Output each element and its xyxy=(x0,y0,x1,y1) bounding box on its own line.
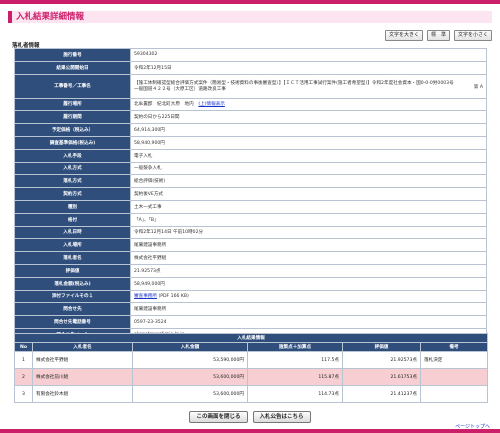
winner-info-table: 施行番号 59304302 結果公開開始日 令和2年12月15日 工事番号／工事名 … xyxy=(14,48,487,342)
font-size-controls: 文字を大きく 標 準 文字を小さく xyxy=(384,30,492,41)
table-row: 3 有限会社鈴木組 53,600,000円 114.73点 21.41237点 xyxy=(14,385,489,403)
info-key: 入札方式 xyxy=(14,161,131,176)
info-value: 株式会社平野組 xyxy=(130,251,487,265)
info-value: 「A」、「B」 xyxy=(130,212,487,227)
action-buttons: この画面を閉じる 入札公告はこちら xyxy=(0,411,500,423)
info-key: 契約方式 xyxy=(14,187,131,201)
info-value: 審査事務所 (PDF 166 KB) xyxy=(130,289,487,304)
info-key: 工事番号／工事名 xyxy=(14,73,131,99)
info-key: 結果公開開始日 xyxy=(14,60,131,75)
info-value: 58,940,900円 xyxy=(130,135,487,150)
info-value: 一般競争入札 xyxy=(130,161,487,176)
info-key: 履行期間 xyxy=(14,110,131,125)
location-text: 北牟婁郡 紀北町大原 地内 xyxy=(134,102,194,108)
info-key: 履行場所 xyxy=(14,97,131,112)
row-no: 2 xyxy=(14,368,33,386)
row-score: 117.5点 xyxy=(247,351,343,369)
info-key: 施行番号 xyxy=(14,48,131,62)
info-value: 令和2年12月14日 午前10時02分 xyxy=(130,225,487,240)
top-accent-bar xyxy=(0,0,500,4)
font-smaller-button[interactable]: 文字を小さく xyxy=(453,30,492,41)
info-key: 調査基準価格(税込み) xyxy=(14,135,131,150)
row-score: 114.73点 xyxy=(247,385,343,403)
info-key: 落札方式 xyxy=(14,174,131,189)
row-note xyxy=(419,385,489,403)
info-value: 21.92573点 xyxy=(130,263,487,278)
info-value: 総合評価(技術) xyxy=(130,174,487,189)
attachment-link[interactable]: 審査事務所 xyxy=(134,294,157,299)
bid-results-table: 入札結果情報 No 入札者名 入札金額 施策点＋加算点 評価値 備考 1 株式会… xyxy=(13,333,489,403)
row-note: 落札決定 xyxy=(419,351,489,369)
col-header-bidder: 入札者名 xyxy=(32,342,133,352)
info-value: 0597-23-3524 xyxy=(130,315,487,329)
close-window-button[interactable]: この画面を閉じる xyxy=(189,411,248,423)
project-name-text: 【施工体制確認型総合評価方式案件（簡易型・技術資料の事後審査型）】【ＩＣＴ活用工… xyxy=(134,81,454,93)
info-value: 64,914,300円 xyxy=(130,123,487,137)
table-row: 1 株式会社平野組 53,590,000円 117.5点 21.92573点 落… xyxy=(14,351,489,369)
row-eval: 21.92573点 xyxy=(342,351,421,369)
info-key: 予定価格（税込み） xyxy=(14,123,131,137)
info-key: 入札場所 xyxy=(14,238,131,253)
info-key: 落札金額(税込み) xyxy=(14,276,131,291)
info-value: 59304302 xyxy=(130,48,487,62)
col-header-eval: 評価値 xyxy=(342,342,421,352)
info-key: 入札日時 xyxy=(14,225,131,240)
info-key: 落札者名 xyxy=(14,251,131,265)
info-value: 【施工体制確認型総合評価方式案件（簡易型・技術資料の事後審査型）】【ＩＣＴ活用工… xyxy=(130,73,487,99)
row-bidder: 有限会社鈴木組 xyxy=(32,385,133,403)
col-header-score: 施策点＋加算点 xyxy=(247,342,343,352)
info-value: 尾鷲建設事務所 xyxy=(130,302,487,317)
row-amount: 53,600,000円 xyxy=(132,368,248,386)
project-mark: 第 A xyxy=(473,84,483,90)
bottom-accent-bar xyxy=(0,429,500,433)
col-header-no: No xyxy=(14,342,33,352)
row-eval: 21.61753点 xyxy=(342,368,421,386)
map-link[interactable]: (上)情報表示 xyxy=(198,102,225,107)
row-eval: 21.41237点 xyxy=(342,385,421,403)
row-bidder: 株式会社前川組 xyxy=(32,368,133,386)
col-header-amount: 入札金額 xyxy=(132,342,248,352)
row-score: 115.87点 xyxy=(247,368,343,386)
info-key: 評価値 xyxy=(14,263,131,278)
info-key: 問合せ先 xyxy=(14,302,131,317)
row-bidder: 株式会社平野組 xyxy=(32,351,133,369)
row-amount: 53,590,000円 xyxy=(132,351,248,369)
info-value: 令和2年12月15日 xyxy=(130,60,487,75)
info-key: 添付ファイルその１ xyxy=(14,289,131,304)
info-value: 電子入札 xyxy=(130,148,487,163)
row-amount: 53,600,000円 xyxy=(132,385,248,403)
info-value: 尾鷲建設事務所 xyxy=(130,238,487,253)
info-value: 北牟婁郡 紀北町大原 地内 (上)情報表示 xyxy=(130,97,487,112)
info-value: 58,949,000円 xyxy=(130,276,487,291)
bid-notice-button[interactable]: 入札公告はこちら xyxy=(252,411,311,423)
results-caption: 入札結果情報 xyxy=(13,333,489,343)
info-key: 種別 xyxy=(14,199,131,214)
row-no: 1 xyxy=(14,351,33,369)
table-row: 2 株式会社前川組 53,600,000円 115.87点 21.61753点 xyxy=(14,368,489,386)
attachment-size: (PDF 166 KB) xyxy=(158,294,189,300)
font-larger-button[interactable]: 文字を大きく xyxy=(384,30,423,41)
info-value: 契約後VE方式 xyxy=(130,187,487,201)
info-key: 入札手段 xyxy=(14,148,131,163)
info-value: 土木一式工事 xyxy=(130,199,487,214)
info-value: 契約の日から225日間 xyxy=(130,110,487,125)
info-key: 問合せ先電話番号 xyxy=(14,315,131,329)
page-title: 入札結果詳細情報 xyxy=(8,11,492,23)
info-key: 格付 xyxy=(14,212,131,227)
row-no: 3 xyxy=(14,385,33,403)
font-standard-button[interactable]: 標 準 xyxy=(426,30,450,41)
row-note xyxy=(419,368,489,386)
col-header-note: 備考 xyxy=(419,342,489,352)
